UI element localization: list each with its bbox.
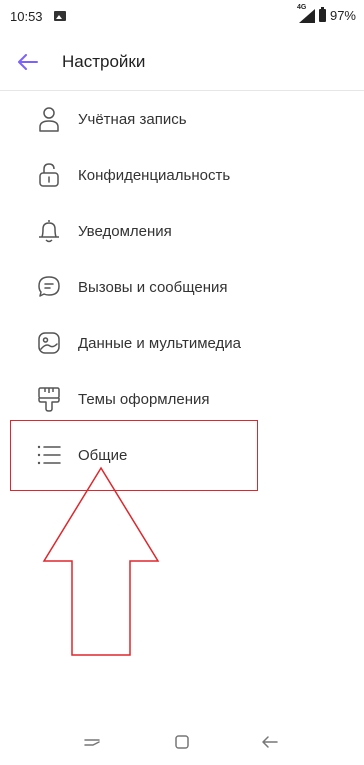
- gallery-notification-icon: [54, 11, 66, 21]
- battery-icon: [318, 7, 326, 22]
- settings-item-general[interactable]: Общие: [0, 427, 364, 483]
- settings-item-themes[interactable]: Темы оформления: [0, 371, 364, 427]
- bell-icon: [36, 218, 62, 244]
- person-icon: [36, 106, 62, 132]
- settings-item-label: Вызовы и сообщения: [78, 278, 228, 296]
- chat-icon: [36, 274, 62, 300]
- list-icon: [36, 442, 62, 468]
- recent-apps-icon: [84, 739, 100, 746]
- media-icon: [36, 330, 62, 356]
- brush-icon: [36, 386, 62, 412]
- settings-item-calls-messages[interactable]: Вызовы и сообщения: [0, 259, 364, 315]
- settings-item-label: Учётная запись: [78, 110, 187, 128]
- settings-item-notifications[interactable]: Уведомления: [0, 203, 364, 259]
- settings-item-label: Конфиденциальность: [78, 166, 231, 184]
- network-type: 4G: [296, 3, 307, 11]
- lock-icon: [36, 162, 62, 188]
- status-bar: 10:53 4G 97%: [0, 0, 364, 34]
- system-back-button[interactable]: [258, 730, 282, 754]
- page-title: Настройки: [62, 52, 146, 71]
- settings-item-label: Уведомления: [78, 222, 172, 240]
- settings-item-privacy[interactable]: Конфиденциальность: [0, 147, 364, 203]
- settings-item-label: Темы оформления: [78, 390, 210, 408]
- recent-apps-button[interactable]: [80, 730, 104, 754]
- battery-level: 97%: [329, 8, 356, 23]
- app-bar: Настройки: [0, 34, 364, 91]
- settings-item-label: Данные и мультимедиа: [78, 334, 242, 352]
- settings-list: Учётная запись Конфиденциальность Уведом…: [0, 91, 364, 483]
- settings-item-data-media[interactable]: Данные и мультимедиа: [0, 315, 364, 371]
- signal-icon: 4G: [297, 4, 315, 23]
- back-arrow-icon: [18, 54, 38, 70]
- status-indicators: 4G 97%: [297, 4, 356, 24]
- home-icon: [175, 735, 189, 749]
- back-button[interactable]: [14, 48, 42, 76]
- navigation-bar: [0, 718, 364, 765]
- home-button[interactable]: [170, 730, 194, 754]
- status-time: 10:53: [10, 9, 43, 24]
- settings-item-account[interactable]: Учётная запись: [0, 91, 364, 147]
- back-icon: [262, 736, 278, 748]
- settings-item-label: Общие: [78, 446, 128, 464]
